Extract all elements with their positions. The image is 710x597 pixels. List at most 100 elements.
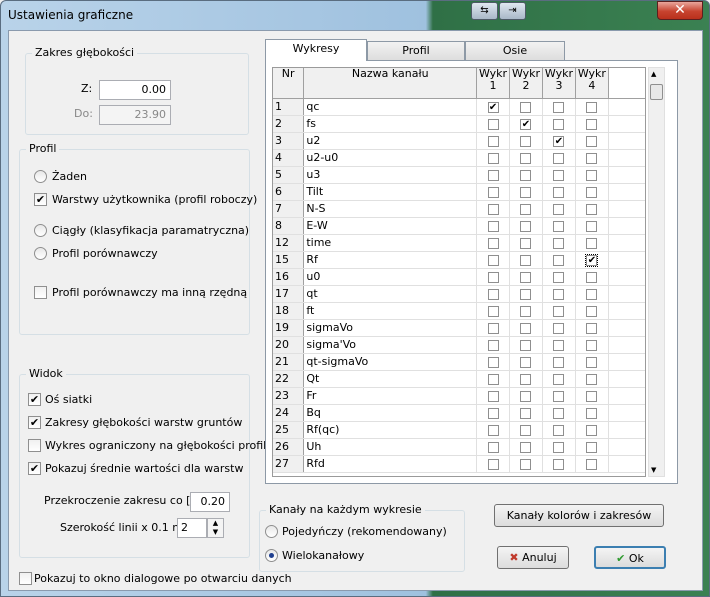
- chart-4-checkbox[interactable]: [586, 441, 598, 453]
- channel-name-cell[interactable]: Rf: [303, 251, 478, 269]
- chart-3-checkbox[interactable]: [553, 390, 565, 402]
- chart-2-checkbox[interactable]: [520, 254, 532, 266]
- tab-profil[interactable]: Profil: [367, 41, 465, 61]
- chart-3-checkbox[interactable]: [553, 220, 565, 232]
- scroll-down-icon[interactable]: ▼: [651, 466, 656, 474]
- chart-4-checkbox[interactable]: [586, 373, 598, 385]
- chart-1-checkbox[interactable]: [487, 135, 499, 147]
- chart-3-checkbox[interactable]: [553, 254, 565, 266]
- chart-4-checkbox[interactable]: [586, 101, 598, 113]
- chart-2-checkbox[interactable]: [520, 186, 532, 198]
- table-row[interactable]: 27 Rfd: [273, 455, 645, 473]
- chart-4-checkbox[interactable]: [586, 356, 598, 368]
- grid-axis-checkbox[interactable]: ✔: [28, 393, 41, 406]
- chart-2-checkbox[interactable]: [520, 288, 532, 300]
- chart-3-checkbox[interactable]: [553, 118, 565, 130]
- table-row[interactable]: 16 u0: [273, 268, 645, 286]
- table-row[interactable]: 7 N-S: [273, 200, 645, 218]
- table-row[interactable]: 21 qt-sigmaVo: [273, 353, 645, 371]
- chart-3-checkbox[interactable]: [553, 152, 565, 164]
- chart-4-checkbox[interactable]: [586, 288, 598, 300]
- chart-4-checkbox[interactable]: [586, 237, 598, 249]
- overrun-input[interactable]: 0.20: [190, 492, 230, 512]
- grid-vertical-scrollbar[interactable]: ▲ ▼: [648, 67, 665, 477]
- chart-1-checkbox[interactable]: [487, 390, 499, 402]
- channel-name-cell[interactable]: Rfd: [303, 455, 478, 473]
- profile-comparative-radio[interactable]: [34, 247, 47, 260]
- tab-osie[interactable]: Osie: [465, 41, 565, 61]
- scrollbar-thumb[interactable]: [650, 84, 663, 100]
- channel-name-cell[interactable]: u2-u0: [303, 149, 478, 167]
- chart-1-checkbox[interactable]: [487, 237, 499, 249]
- chart-1-checkbox[interactable]: [487, 254, 499, 266]
- show-on-open-checkbox[interactable]: [19, 572, 32, 585]
- chart-1-checkbox[interactable]: [487, 203, 499, 215]
- chart-1-checkbox[interactable]: [487, 271, 499, 283]
- table-row[interactable]: 8 E-W: [273, 217, 645, 235]
- chart-3-checkbox[interactable]: [553, 373, 565, 385]
- line-width-spinner[interactable]: ▲ ▼: [207, 518, 224, 538]
- chart-3-checkbox[interactable]: [553, 458, 565, 470]
- chart-3-checkbox[interactable]: [553, 237, 565, 249]
- chart-1-checkbox[interactable]: [487, 373, 499, 385]
- chart-2-checkbox[interactable]: [520, 305, 532, 317]
- cancel-button[interactable]: ✖ Anuluj: [497, 546, 569, 569]
- channel-name-cell[interactable]: sigmaVo: [303, 319, 478, 337]
- channel-name-cell[interactable]: qt-sigmaVo: [303, 353, 478, 371]
- chart-3-checkbox[interactable]: [553, 424, 565, 436]
- chart-4-checkbox[interactable]: [586, 339, 598, 351]
- scroll-up-icon[interactable]: ▲: [651, 70, 656, 78]
- chart-1-checkbox[interactable]: [487, 305, 499, 317]
- channel-name-cell[interactable]: E-W: [303, 217, 478, 235]
- table-row[interactable]: 12 time: [273, 234, 645, 252]
- chart-4-checkbox[interactable]: [586, 118, 598, 130]
- chart-2-checkbox[interactable]: [520, 458, 532, 470]
- chart-3-checkbox[interactable]: [553, 356, 565, 368]
- channel-name-cell[interactable]: N-S: [303, 200, 478, 218]
- chart-1-checkbox[interactable]: ✔: [487, 101, 499, 113]
- column-header-chart-3[interactable]: Wykr 3: [542, 68, 576, 99]
- chart-4-checkbox[interactable]: [586, 424, 598, 436]
- soil-depth-ranges-checkbox[interactable]: ✔: [28, 416, 41, 429]
- column-header-chart-4[interactable]: Wykr 4: [575, 68, 609, 99]
- chart-2-checkbox[interactable]: [520, 441, 532, 453]
- show-averages-checkbox[interactable]: ✔: [28, 462, 41, 475]
- chart-2-checkbox[interactable]: [520, 407, 532, 419]
- chart-3-checkbox[interactable]: [553, 441, 565, 453]
- channel-name-cell[interactable]: ft: [303, 302, 478, 320]
- close-button[interactable]: ✕: [657, 1, 703, 20]
- chart-1-checkbox[interactable]: [487, 407, 499, 419]
- table-row[interactable]: 3 u2 ✔: [273, 132, 645, 150]
- chart-2-checkbox[interactable]: [520, 339, 532, 351]
- chart-1-checkbox[interactable]: [487, 339, 499, 351]
- z-input[interactable]: 0.00: [99, 80, 171, 100]
- toolbar-export-button[interactable]: ⇥: [499, 2, 526, 20]
- table-row[interactable]: 6 Tilt: [273, 183, 645, 201]
- chart-2-checkbox[interactable]: [520, 237, 532, 249]
- channel-name-cell[interactable]: Qt: [303, 370, 478, 388]
- table-row[interactable]: 23 Fr: [273, 387, 645, 405]
- channel-name-cell[interactable]: u0: [303, 268, 478, 286]
- table-row[interactable]: 2 fs ✔: [273, 115, 645, 133]
- chart-limited-checkbox[interactable]: [28, 439, 41, 452]
- chart-4-checkbox[interactable]: [586, 271, 598, 283]
- table-row[interactable]: 25 Rf(qc): [273, 421, 645, 439]
- chart-4-checkbox[interactable]: [586, 220, 598, 232]
- chart-3-checkbox[interactable]: [553, 169, 565, 181]
- chart-4-checkbox[interactable]: [586, 322, 598, 334]
- chart-2-checkbox[interactable]: ✔: [520, 118, 532, 130]
- chart-2-checkbox[interactable]: [520, 322, 532, 334]
- chart-4-checkbox[interactable]: [586, 407, 598, 419]
- chart-2-checkbox[interactable]: [520, 424, 532, 436]
- chart-1-checkbox[interactable]: [487, 186, 499, 198]
- chart-2-checkbox[interactable]: [520, 135, 532, 147]
- table-row[interactable]: 19 sigmaVo: [273, 319, 645, 337]
- chart-1-checkbox[interactable]: [487, 356, 499, 368]
- toolbar-arrows-button[interactable]: ⇆: [471, 2, 498, 20]
- chart-2-checkbox[interactable]: [520, 152, 532, 164]
- chart-2-checkbox[interactable]: [520, 390, 532, 402]
- chart-1-checkbox[interactable]: [487, 458, 499, 470]
- multi-channel-radio[interactable]: [265, 549, 278, 562]
- table-row[interactable]: 4 u2-u0: [273, 149, 645, 167]
- line-width-input[interactable]: 2: [177, 518, 207, 538]
